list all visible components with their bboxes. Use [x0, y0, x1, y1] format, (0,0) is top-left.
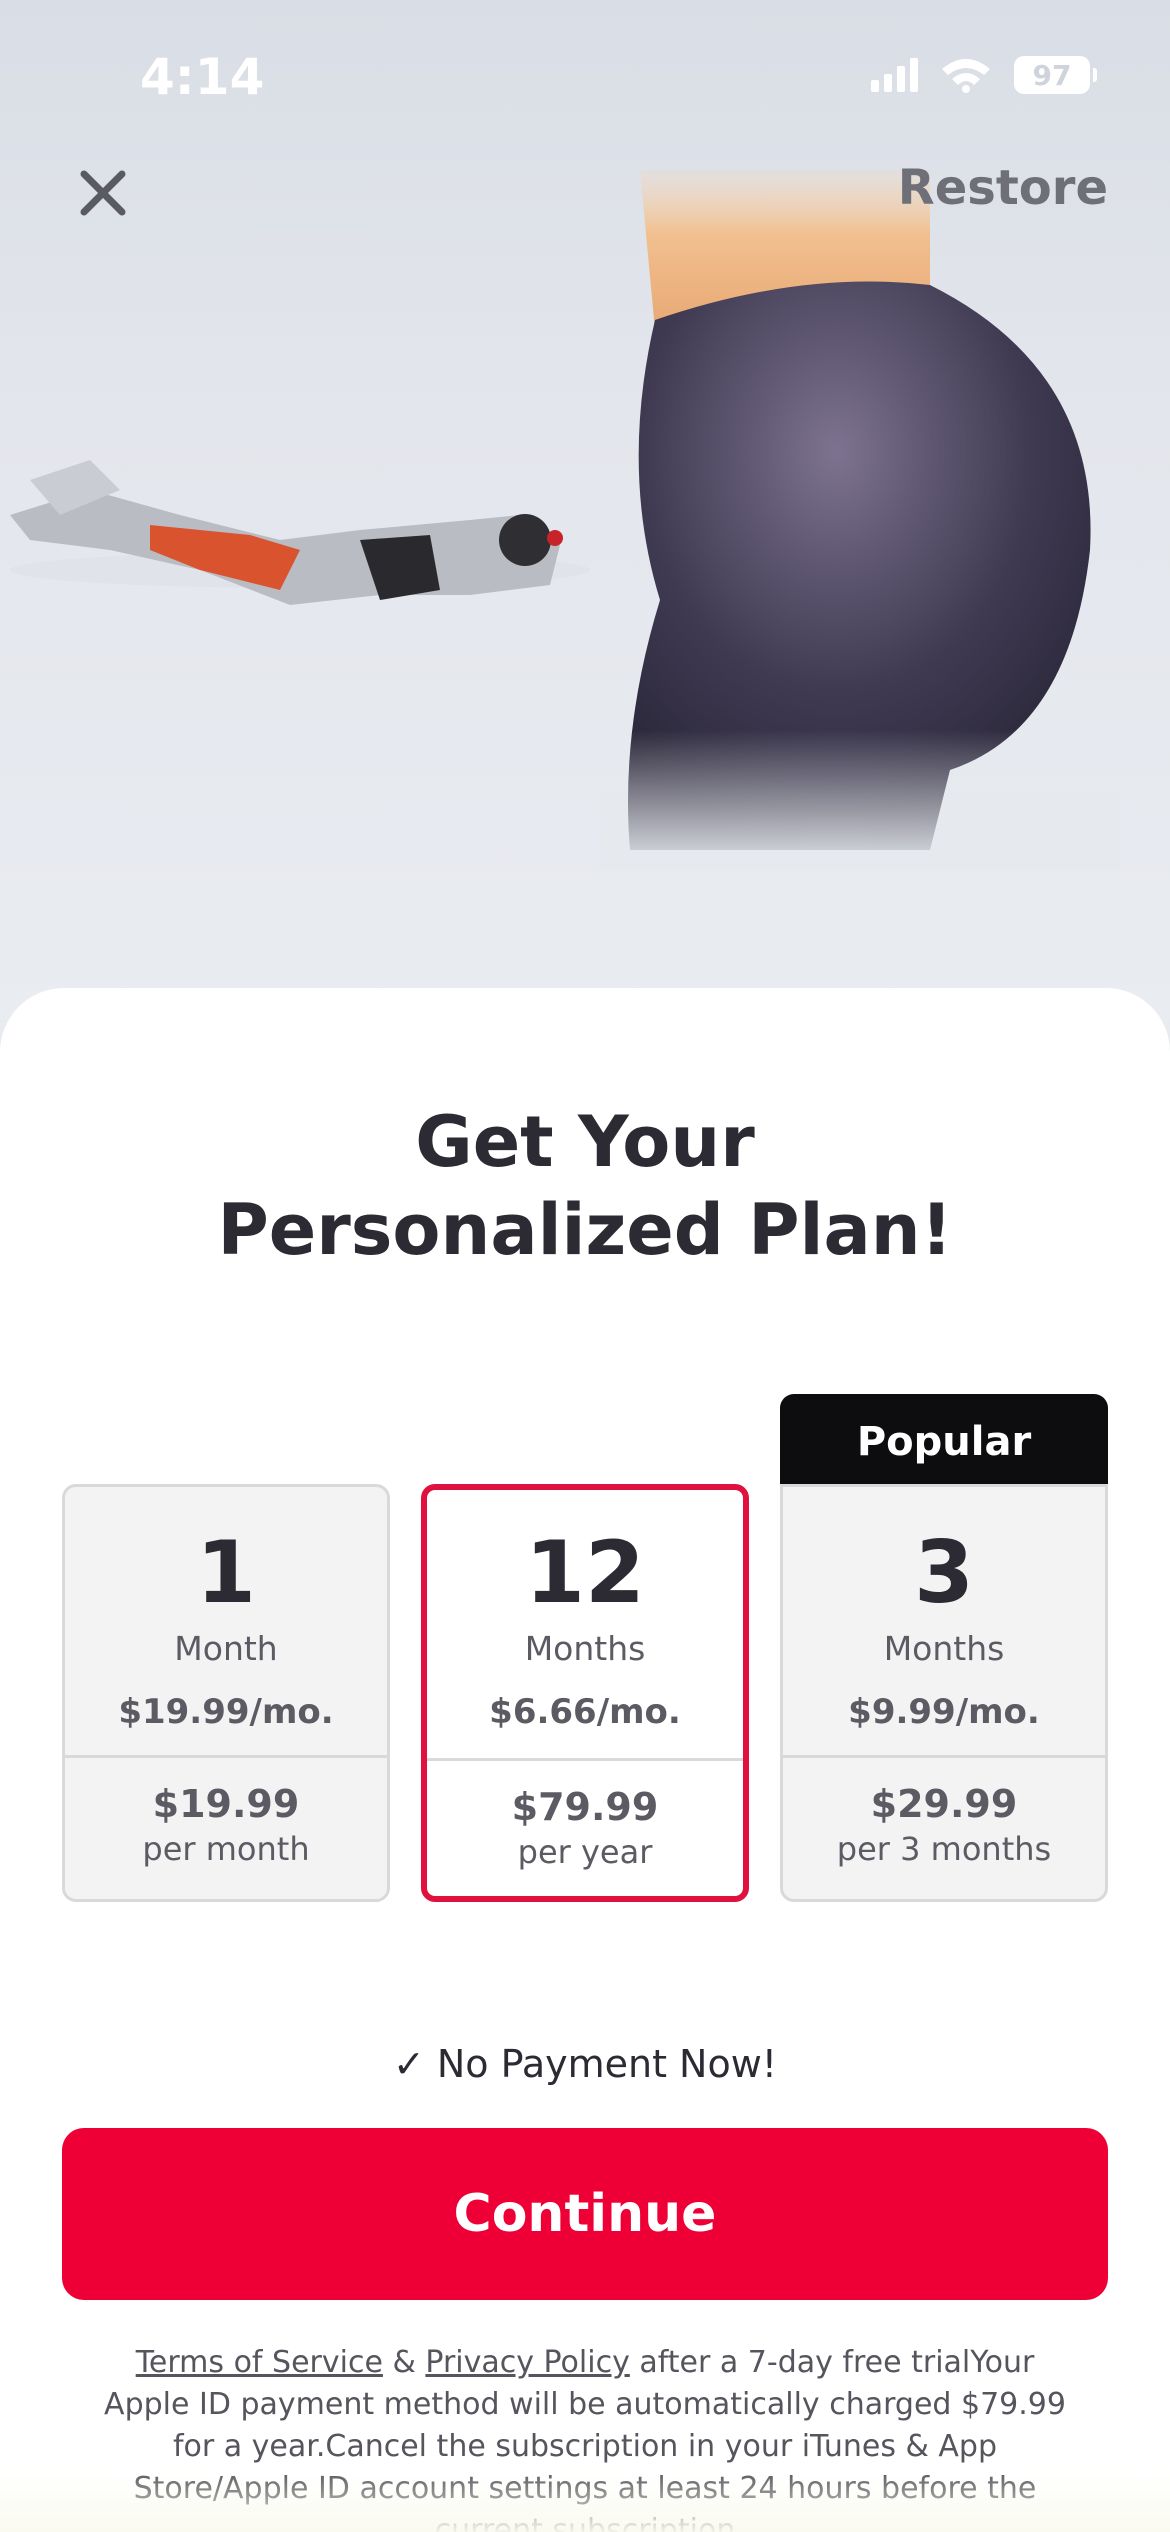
continue-button[interactable]: Continue: [62, 2128, 1108, 2300]
plan-period: per 3 months: [836, 1830, 1052, 1868]
plan-total-price: $79.99: [511, 1785, 659, 1829]
plan-option-1-month[interactable]: 1 Month $19.99/mo. $19.99 per month: [62, 1484, 390, 1902]
plan-number: 1: [196, 1523, 256, 1623]
plan-monthly-price: $9.99/mo.: [848, 1692, 1040, 1732]
hero-image: 4:14 97 Restore: [0, 0, 1170, 1020]
plan-unit: Months: [883, 1629, 1005, 1668]
wifi-icon: [942, 59, 990, 93]
plan-period: per year: [517, 1833, 653, 1871]
title-line-1: Get Your: [415, 1101, 755, 1183]
plan-top: 12 Months $6.66/mo.: [427, 1490, 743, 1758]
close-button[interactable]: [66, 156, 140, 230]
plan-total-price: $19.99: [152, 1782, 300, 1826]
battery-icon: 97: [1014, 56, 1097, 94]
terms-of-service-link[interactable]: Terms of Service: [136, 2345, 383, 2380]
plan-monthly-price: $6.66/mo.: [489, 1692, 681, 1732]
cellular-signal-icon: [871, 58, 918, 92]
page-title: Get Your Personalized Plan!: [0, 1098, 1170, 1274]
legal-ampersand: &: [382, 2345, 426, 2380]
plan-bottom: $79.99 per year: [427, 1761, 743, 1871]
plan-total-price: $29.99: [870, 1782, 1018, 1826]
plan-monthly-price: $19.99/mo.: [118, 1692, 334, 1732]
bottom-fade: [0, 2470, 1170, 2532]
no-payment-note: ✓ No Payment Now!: [392, 2042, 778, 2086]
status-bar: 4:14 97: [0, 0, 1170, 150]
plan-unit: Month: [174, 1629, 278, 1668]
plan-unit: Months: [524, 1629, 646, 1668]
status-time: 4:14: [140, 48, 265, 106]
exercise-figure-illustration: [10, 460, 590, 605]
plan-option-12-months[interactable]: 12 Months $6.66/mo. $79.99 per year: [421, 1484, 749, 1902]
title-line-2: Personalized Plan!: [217, 1189, 953, 1271]
plan-period: per month: [142, 1830, 310, 1868]
status-icons: 97: [871, 56, 1097, 94]
plan-number: 12: [525, 1523, 645, 1623]
plan-bottom: $29.99 per 3 months: [783, 1758, 1105, 1868]
plan-bottom: $19.99 per month: [65, 1758, 387, 1868]
popular-badge: Popular: [780, 1394, 1108, 1494]
restore-button[interactable]: Restore: [898, 160, 1108, 216]
privacy-policy-link[interactable]: Privacy Policy: [425, 2345, 629, 2380]
close-icon: [80, 170, 126, 216]
leggings-photo: [600, 170, 1120, 870]
plan-top: 1 Month $19.99/mo.: [65, 1487, 387, 1755]
plan-top: 3 Months $9.99/mo.: [783, 1487, 1105, 1755]
plan-option-3-months[interactable]: 3 Months $9.99/mo. $29.99 per 3 months: [780, 1484, 1108, 1902]
plan-number: 3: [914, 1523, 974, 1623]
